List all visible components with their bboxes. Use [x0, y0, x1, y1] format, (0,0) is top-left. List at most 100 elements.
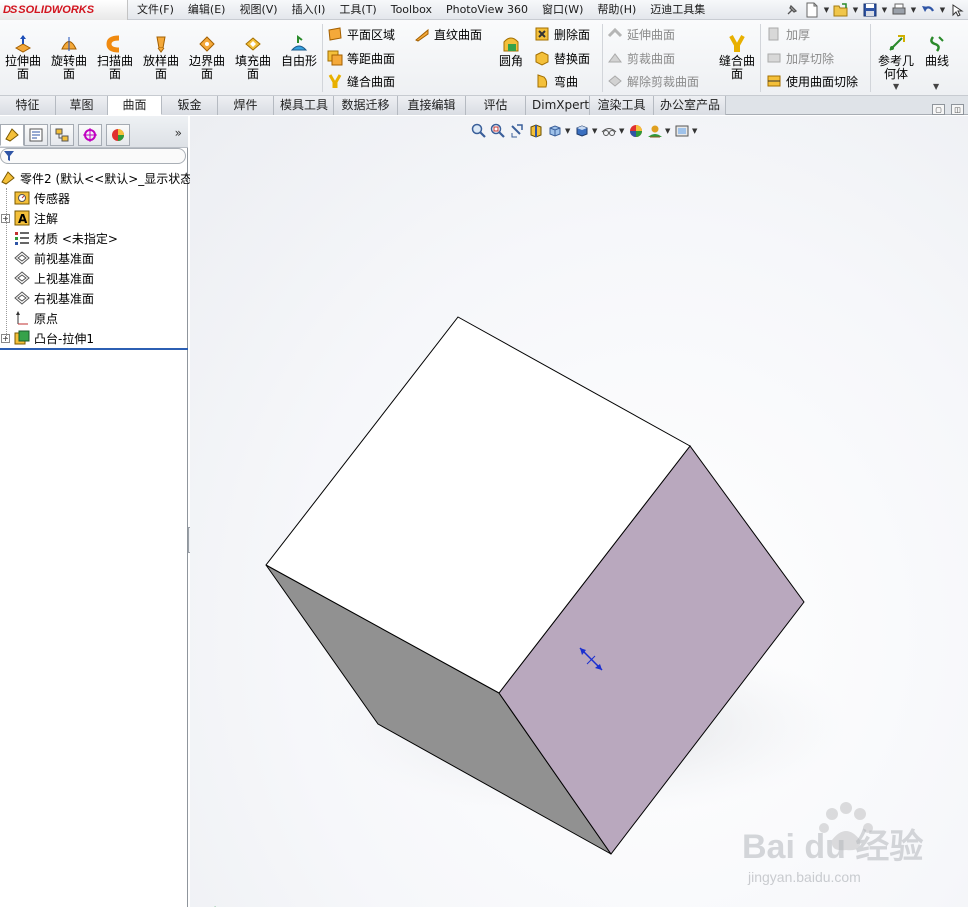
undo-dropdown-icon[interactable]: ▼ [939, 1, 946, 19]
fillet-label: 圆角 [498, 54, 523, 68]
tab-6[interactable]: 数据迁移 [334, 96, 398, 115]
app-logo[interactable]: DS SOLIDWORKS [0, 0, 128, 20]
untrim-surface-button[interactable]: 解除剪裁曲面 [607, 71, 699, 91]
lofted-surface-button[interactable]: 放样曲面 [138, 34, 184, 96]
filled-surface-button[interactable]: 填充曲面 [230, 34, 276, 96]
reference-geometry-dropdown-icon[interactable]: ▼ [893, 82, 899, 91]
feature-manager-panel: » 零件2 (默认<<默认>_显示状态传感器 + A 注解材质 <未指定> 前视基准面上… [0, 116, 192, 907]
tree-item[interactable]: 右视基准面 [0, 288, 188, 308]
menu-item[interactable]: 插入(I) [285, 0, 333, 20]
tree-item-label: 材质 <未指定> [34, 231, 118, 246]
configuration-manager-tab[interactable] [50, 124, 74, 146]
flex-icon [537, 74, 548, 88]
swept-surface-button[interactable]: 扫描曲面 [92, 34, 138, 96]
tab-3[interactable]: 钣金 [162, 96, 218, 115]
tree-item[interactable]: + 凸台-拉伸1 [0, 328, 188, 348]
fillet-button[interactable]: 圆角 [488, 34, 534, 96]
dimxpert-manager-tab[interactable] [78, 124, 102, 146]
extruded-surface-button[interactable]: 拉伸曲面 [0, 34, 46, 96]
open-folder-icon[interactable] [832, 1, 850, 19]
tab-4[interactable]: 焊件 [218, 96, 274, 115]
thicken-button[interactable]: 加厚 [766, 24, 810, 44]
revolved-surface-button[interactable]: 旋转曲面 [46, 34, 92, 96]
viewport-split-icon[interactable]: ◫ [951, 104, 964, 115]
planar-surface-icon [328, 27, 342, 41]
tab-10[interactable]: 渲染工具 [590, 96, 654, 115]
command-manager-ribbon: 拉伸曲面 旋转曲面 扫描曲面 放样曲面 边界曲面 填充曲面 自由形 平面区域 等… [0, 20, 968, 96]
menu-item[interactable]: 视图(V) [232, 0, 284, 20]
tree-item[interactable]: 前视基准面 [0, 248, 188, 268]
tab-9[interactable]: DimXpert [526, 96, 590, 115]
viewport-restore-icon[interactable]: ▢ [932, 104, 945, 115]
extend-surface-button[interactable]: 延伸曲面 [607, 24, 675, 44]
tab-0[interactable]: 特征 [0, 96, 56, 115]
freeform-icon [290, 35, 308, 51]
tree-item-label: 原点 [34, 311, 59, 326]
tree-filter-input[interactable] [0, 148, 186, 164]
tree-item[interactable]: 原点 [0, 308, 188, 328]
undo-icon[interactable] [919, 1, 937, 19]
open-dropdown-icon[interactable]: ▼ [852, 1, 859, 19]
ruled-surface-button[interactable]: 直纹曲面 [414, 24, 482, 44]
boundary-surface-icon [199, 36, 215, 52]
ruled-surface-icon [415, 28, 429, 42]
panel-more-icon[interactable]: » [175, 126, 182, 140]
new-dropdown-icon[interactable]: ▼ [823, 1, 830, 19]
boundary-surface-button[interactable]: 边界曲面 [184, 34, 230, 96]
tree-item[interactable]: 材质 <未指定> [0, 228, 188, 248]
tree-item[interactable]: 传感器 [0, 188, 188, 208]
print-dropdown-icon[interactable]: ▼ [910, 1, 917, 19]
menu-item[interactable]: 文件(F) [130, 0, 181, 20]
menu-item[interactable]: Toolbox [384, 0, 439, 20]
replace-face-button[interactable]: 替换面 [534, 48, 590, 68]
feature-tree: 零件2 (默认<<默认>_显示状态传感器 + A 注解材质 <未指定> 前视基准面 上视基… [0, 168, 192, 348]
display-manager-tab[interactable] [106, 124, 130, 146]
menu-item[interactable]: PhotoView 360 [439, 0, 535, 20]
freeform-button[interactable]: 自由形 [276, 34, 322, 96]
knit-surface-button[interactable]: 缝合曲面 [327, 71, 395, 91]
tab-1[interactable]: 草图 [56, 96, 108, 115]
menu-item[interactable]: 编辑(E) [181, 0, 233, 20]
tab-2[interactable]: 曲面 [108, 96, 162, 115]
thickened-cut-button[interactable]: 加厚切除 [766, 48, 834, 68]
new-document-icon[interactable] [803, 1, 821, 19]
offset-surface-button[interactable]: 等距曲面 [327, 48, 395, 68]
surface-cut-button[interactable]: 使用曲面切除 [766, 71, 858, 91]
knit-surface-big-button[interactable]: 缝合曲面 [714, 34, 760, 96]
delete-face-button[interactable]: 删除面 [534, 24, 590, 44]
curves-dropdown-icon[interactable]: ▼ [933, 82, 939, 91]
thicken-icon [768, 27, 779, 41]
menu-item[interactable]: 迈迪工具集 [643, 0, 712, 20]
ribbon-separator [602, 24, 603, 92]
menu-item[interactable]: 工具(T) [332, 0, 383, 20]
tree-item[interactable]: + A 注解 [0, 208, 188, 228]
filled-surface-icon [245, 37, 261, 51]
graphics-area[interactable]: ▼ ▼ ▼ ▼ ▼ ▢ ◫ Bai du 经验 jingyan.baidu.co… [190, 104, 968, 907]
trim-surface-button[interactable]: 剪裁曲面 [607, 48, 675, 68]
menu-item[interactable]: 帮助(H) [590, 0, 643, 20]
cube-model[interactable] [190, 116, 968, 907]
tab-11[interactable]: 办公室产品 [654, 96, 726, 115]
menu-item[interactable]: 窗口(W) [535, 0, 590, 20]
tree-root-part[interactable]: 零件2 (默认<<默认>_显示状态 [0, 168, 192, 188]
rollback-bar[interactable] [0, 348, 188, 350]
flex-button[interactable]: 弯曲 [534, 71, 578, 91]
tree-item-label: 零件2 (默认<<默认>_显示状态 [20, 171, 193, 186]
menu-bar: DS SOLIDWORKS 文件(F) 编辑(E) 视图(V) 插入(I) 工具(T) T… [0, 0, 968, 20]
select-icon[interactable] [948, 1, 966, 19]
extruded-surface-icon [14, 35, 32, 53]
feature-manager-tab[interactable] [0, 124, 24, 146]
property-manager-tab[interactable] [24, 124, 48, 146]
print-icon[interactable] [890, 1, 908, 19]
tab-5[interactable]: 模具工具 [274, 96, 334, 115]
boss-extrude-icon [14, 330, 30, 346]
freeform-label: 自由形 [280, 54, 317, 68]
tab-8[interactable]: 评估 [466, 96, 526, 115]
tab-7[interactable]: 直接编辑 [398, 96, 466, 115]
save-icon[interactable] [861, 1, 879, 19]
planar-surface-button[interactable]: 平面区域 [327, 24, 395, 44]
tree-item[interactable]: 上视基准面 [0, 268, 188, 288]
pin-icon[interactable] [783, 1, 801, 19]
flex-label: 弯曲 [554, 74, 579, 89]
save-dropdown-icon[interactable]: ▼ [881, 1, 888, 19]
